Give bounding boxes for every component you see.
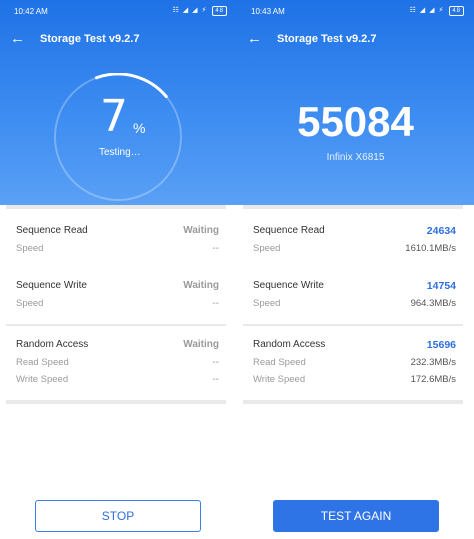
status-icons: ☷ ◢ ◢ ⚡ 48 — [173, 6, 227, 16]
read-speed-row: Read Speed -- — [16, 357, 219, 373]
write-speed-row: Write Speed -- — [16, 374, 219, 390]
random-access-row: Random Access Waiting — [16, 339, 219, 355]
stop-button[interactable]: STOP — [35, 500, 201, 532]
seq-read-speed-row: Speed -- — [16, 243, 219, 259]
signal-icon: ☷ ◢ ◢ ⚡ — [409, 7, 445, 14]
right-screen: 10:43 AM ☷ ◢ ◢ ⚡ 48 ← Storage Test v9.2.… — [237, 0, 474, 539]
status-time: 10:42 AM — [14, 7, 48, 16]
seq-write-row: Sequence Write Waiting — [16, 280, 219, 296]
seq-write-card: Sequence Write Waiting Speed -- — [6, 266, 226, 328]
app-bar: ← Storage Test v9.2.7 — [0, 28, 237, 52]
header-panel: 10:43 AM ☷ ◢ ◢ ⚡ 48 ← Storage Test v9.2.… — [237, 0, 474, 205]
seq-read-speed-value: -- — [212, 243, 219, 254]
seq-write-status: Waiting — [183, 280, 219, 291]
write-speed-label: Write Speed — [16, 374, 69, 385]
seq-read-row: Sequence Read Waiting — [16, 225, 219, 241]
back-arrow-icon[interactable]: ← — [247, 29, 262, 49]
device-name: Infinix X6815 — [326, 152, 385, 163]
header-panel: 10:42 AM ☷ ◢ ◢ ⚡ 48 ← Storage Test v9.2.… — [0, 0, 237, 205]
total-score: 55084 — [297, 98, 414, 145]
seq-read-status: Waiting — [183, 225, 219, 236]
seq-write-speed-row: Speed -- — [16, 298, 219, 314]
seq-write-speed-label: Speed — [16, 298, 44, 309]
app-bar: ← Storage Test v9.2.7 — [237, 28, 474, 52]
test-again-button[interactable]: TEST AGAIN — [273, 500, 439, 532]
read-speed-value: 232.3MB/s — [410, 357, 456, 368]
read-speed-row: Read Speed 232.3MB/s — [253, 357, 456, 373]
progress-sign: % — [133, 120, 146, 136]
seq-write-speed-value: -- — [212, 298, 219, 309]
seq-write-label: Sequence Write — [16, 280, 87, 291]
divider — [243, 400, 463, 404]
seq-write-speed-value: 964.3MB/s — [410, 298, 456, 309]
battery-icon: 48 — [212, 6, 227, 16]
read-speed-label: Read Speed — [16, 357, 69, 368]
seq-read-speed-label: Speed — [16, 243, 44, 254]
status-bar: 10:43 AM ☷ ◢ ◢ ⚡ 48 — [237, 0, 474, 22]
read-speed-label: Read Speed — [253, 357, 306, 368]
seq-write-card: Sequence Write 14754 Speed 964.3MB/s — [243, 266, 463, 328]
seq-read-speed-label: Speed — [253, 243, 281, 254]
random-access-label: Random Access — [16, 339, 89, 350]
random-access-status: Waiting — [183, 339, 219, 350]
app-title: Storage Test v9.2.7 — [40, 33, 140, 45]
seq-read-score: 24634 — [426, 225, 456, 237]
write-speed-value: -- — [212, 374, 219, 385]
progress-number: 7 — [100, 91, 128, 142]
status-bar: 10:42 AM ☷ ◢ ◢ ⚡ 48 — [0, 0, 237, 22]
signal-icon: ☷ ◢ ◢ ⚡ — [172, 7, 208, 14]
seq-write-speed-row: Speed 964.3MB/s — [253, 298, 456, 314]
seq-write-label: Sequence Write — [253, 280, 324, 291]
seq-read-label: Sequence Read — [253, 225, 325, 236]
random-access-score: 15696 — [426, 339, 456, 351]
random-access-card: Random Access 15696 Read Speed 232.3MB/s… — [243, 326, 463, 404]
seq-write-score: 14754 — [426, 280, 456, 292]
seq-read-label: Sequence Read — [16, 225, 88, 236]
progress-gauge: 7 % Testing… — [52, 73, 188, 201]
divider — [6, 400, 226, 404]
seq-read-row: Sequence Read 24634 — [253, 225, 456, 241]
seq-read-card: Sequence Read Waiting Speed -- — [6, 205, 226, 273]
read-speed-value: -- — [212, 357, 219, 368]
write-speed-value: 172.6MB/s — [410, 374, 456, 385]
seq-write-speed-label: Speed — [253, 298, 281, 309]
write-speed-row: Write Speed 172.6MB/s — [253, 374, 456, 390]
write-speed-label: Write Speed — [253, 374, 306, 385]
app-title: Storage Test v9.2.7 — [277, 33, 377, 45]
random-access-card: Random Access Waiting Read Speed -- Writ… — [6, 326, 226, 404]
seq-read-card: Sequence Read 24634 Speed 1610.1MB/s — [243, 205, 463, 273]
seq-write-row: Sequence Write 14754 — [253, 280, 456, 296]
back-arrow-icon[interactable]: ← — [10, 29, 25, 49]
random-access-label: Random Access — [253, 339, 326, 350]
random-access-row: Random Access 15696 — [253, 339, 456, 355]
testing-label: Testing… — [99, 147, 141, 158]
status-time: 10:43 AM — [251, 7, 285, 16]
status-icons: ☷ ◢ ◢ ⚡ 48 — [410, 6, 464, 16]
battery-icon: 48 — [449, 6, 464, 16]
seq-read-speed-row: Speed 1610.1MB/s — [253, 243, 456, 259]
left-screen: 10:42 AM ☷ ◢ ◢ ⚡ 48 ← Storage Test v9.2.… — [0, 0, 237, 539]
seq-read-speed-value: 1610.1MB/s — [405, 243, 456, 254]
